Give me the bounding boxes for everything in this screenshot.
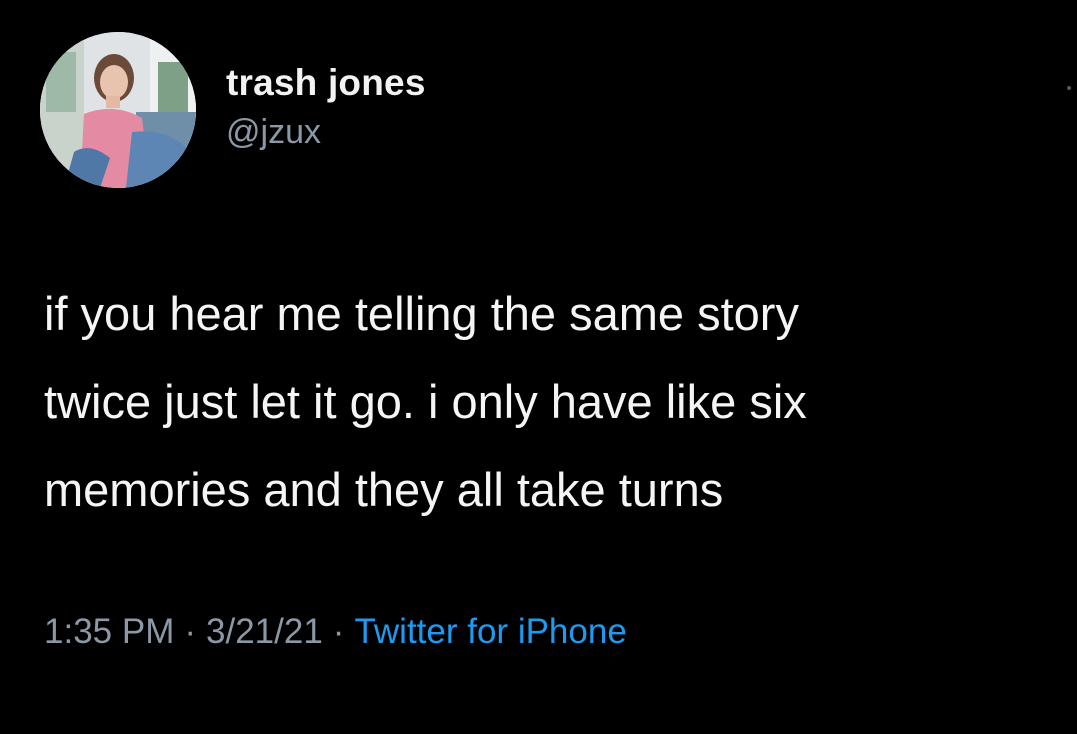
avatar[interactable] [40,32,196,188]
tweet-header: trash jones @jzux [40,32,426,188]
tweet-text: if you hear me telling the same story tw… [44,270,1064,534]
tweet-time[interactable]: 1:35 PM [44,612,174,651]
separator: · [184,612,197,651]
user-handle[interactable]: @jzux [226,110,426,154]
tweet-source-link[interactable]: Twitter for iPhone [354,612,626,651]
display-name[interactable]: trash jones [226,60,426,106]
avatar-photo-icon [40,32,196,188]
tweet-text-line: twice just let it go. i only have like s… [44,375,807,428]
separator: · [332,612,345,651]
tweet-text-line: memories and they all take turns [44,463,724,516]
tweet-date[interactable]: 3/21/21 [206,612,323,651]
author-names: trash jones @jzux [226,60,426,154]
more-options-icon[interactable] [1067,86,1071,90]
tweet-metadata: 1:35 PM · 3/21/21 · Twitter for iPhone [44,608,627,656]
tweet-card: trash jones @jzux if you hear me telling… [0,0,1077,734]
tweet-text-line: if you hear me telling the same story [44,287,799,340]
